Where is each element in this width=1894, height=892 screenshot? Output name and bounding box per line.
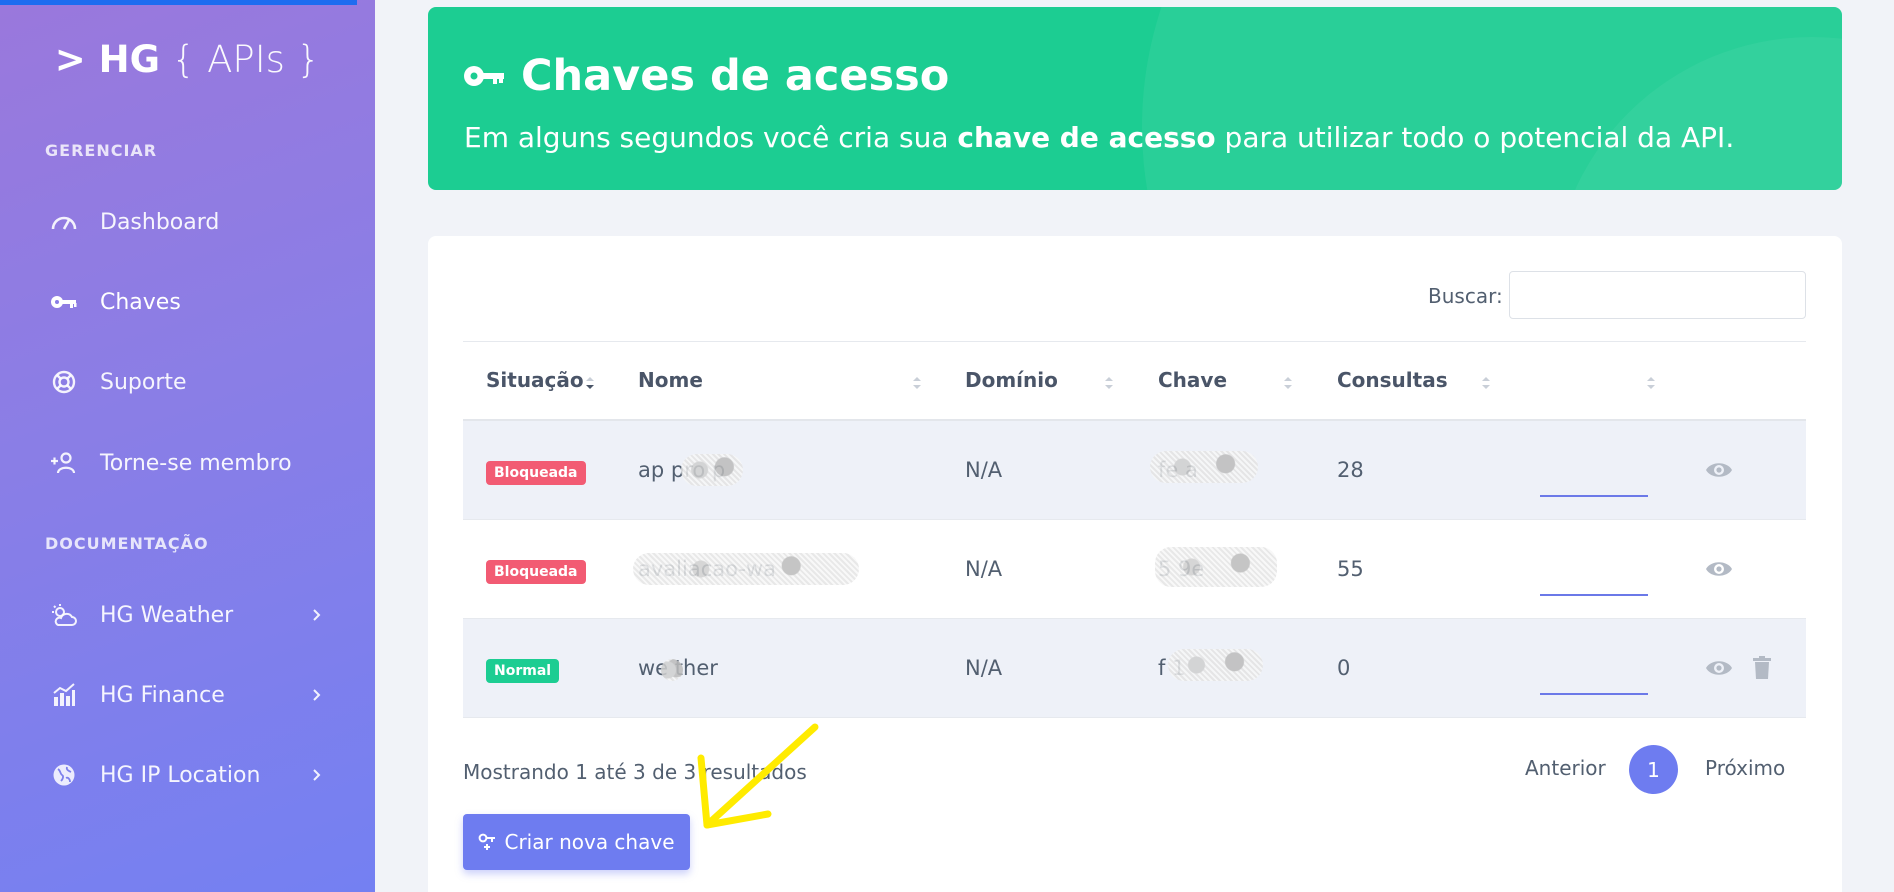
sidebar-item-suporte[interactable]: Suporte bbox=[0, 352, 375, 412]
column-header-situacao[interactable]: Situação bbox=[486, 368, 584, 392]
page-header-banner: Chaves de acesso Em alguns segundos você… bbox=[428, 7, 1842, 190]
status-badge: Bloqueada bbox=[486, 560, 586, 584]
search-label: Buscar: bbox=[1428, 284, 1503, 308]
search-input[interactable] bbox=[1509, 271, 1806, 319]
lifebuoy-icon bbox=[50, 368, 78, 396]
key-domain: N/A bbox=[965, 656, 1003, 680]
sidebar: > HG { APIs } GERENCIAR Dashboard Chaves… bbox=[0, 0, 375, 892]
column-header-consultas[interactable]: Consultas bbox=[1337, 368, 1448, 392]
redaction-blur bbox=[1168, 649, 1263, 681]
sort-icon[interactable] bbox=[912, 375, 922, 391]
key-icon bbox=[50, 288, 78, 316]
eye-icon[interactable] bbox=[1705, 458, 1733, 482]
sidebar-item-label: Suporte bbox=[100, 369, 187, 395]
page-title: Chaves de acesso bbox=[463, 51, 949, 101]
sidebar-item-label: HG Finance bbox=[100, 682, 225, 708]
sidebar-item-label: Dashboard bbox=[100, 209, 220, 235]
create-key-button[interactable]: Criar nova chave bbox=[463, 814, 690, 870]
sidebar-item-label: HG Weather bbox=[100, 602, 234, 628]
sort-desc-icon[interactable] bbox=[585, 375, 595, 391]
subtitle-text: Em alguns segundos você cria sua bbox=[464, 121, 958, 154]
sidebar-item-hg-finance[interactable]: HG Finance bbox=[0, 665, 375, 725]
chevron-right-icon bbox=[313, 769, 321, 781]
section-label-manage: GERENCIAR bbox=[45, 141, 158, 160]
sidebar-item-label: HG IP Location bbox=[100, 762, 261, 788]
key-domain: N/A bbox=[965, 557, 1003, 581]
loading-progress-bar bbox=[0, 0, 357, 5]
table-header: Situação Nome Domínio Chave Consultas bbox=[463, 341, 1806, 421]
sort-icon[interactable] bbox=[1283, 375, 1293, 391]
keys-card: Buscar: Situação Nome Domínio Chave Cons… bbox=[428, 236, 1842, 892]
sidebar-item-membro[interactable]: Torne-se membro bbox=[0, 433, 375, 493]
sort-icon[interactable] bbox=[1104, 375, 1114, 391]
key-queries: 55 bbox=[1337, 557, 1364, 581]
logo-prefix: > HG bbox=[54, 38, 161, 81]
redaction-blur bbox=[1155, 547, 1277, 587]
sidebar-item-label: Chaves bbox=[100, 289, 181, 315]
brand-logo[interactable]: > HG { APIs } bbox=[0, 38, 375, 81]
section-label-docs: DOCUMENTAÇÃO bbox=[45, 534, 209, 553]
pagination-next[interactable]: Próximo bbox=[1705, 756, 1785, 780]
key-queries: 0 bbox=[1337, 656, 1351, 680]
eye-icon[interactable] bbox=[1705, 557, 1733, 581]
sidebar-item-dashboard[interactable]: Dashboard bbox=[0, 192, 375, 252]
eye-icon[interactable] bbox=[1705, 656, 1733, 680]
sidebar-item-hg-weather[interactable]: HG Weather bbox=[0, 585, 375, 645]
page-title-text: Chaves de acesso bbox=[521, 51, 950, 101]
user-plus-icon bbox=[50, 449, 78, 477]
trash-icon[interactable] bbox=[1752, 656, 1772, 680]
inline-input[interactable] bbox=[1540, 594, 1648, 596]
column-header-nome[interactable]: Nome bbox=[638, 368, 703, 392]
subtitle-bold: chave de acesso bbox=[957, 121, 1216, 154]
sidebar-item-hg-ip-location[interactable]: HG IP Location bbox=[0, 745, 375, 805]
chart-icon bbox=[50, 681, 78, 709]
key-icon bbox=[463, 64, 505, 88]
pagination-page-1[interactable]: 1 bbox=[1629, 745, 1678, 794]
weather-icon bbox=[50, 601, 78, 629]
sidebar-item-label: Torne-se membro bbox=[100, 450, 292, 476]
sort-icon[interactable] bbox=[1646, 375, 1656, 391]
status-badge: Normal bbox=[486, 659, 560, 683]
redaction-blur bbox=[681, 454, 743, 486]
column-header-dominio[interactable]: Domínio bbox=[965, 368, 1058, 392]
inline-input[interactable] bbox=[1540, 495, 1648, 497]
pagination-previous[interactable]: Anterior bbox=[1525, 756, 1606, 780]
chevron-right-icon bbox=[313, 609, 321, 621]
globe-icon bbox=[50, 761, 78, 789]
sort-icon[interactable] bbox=[1481, 375, 1491, 391]
logo-braces: { APIs } bbox=[171, 38, 321, 81]
create-key-label: Criar nova chave bbox=[504, 830, 675, 854]
chevron-right-icon bbox=[313, 689, 321, 701]
redaction-blur bbox=[661, 659, 683, 681]
table-row: Bloqueada avaliacao-wa N/A 5 9e 55 bbox=[463, 520, 1806, 619]
key-plus-icon bbox=[478, 833, 496, 851]
sidebar-item-chaves[interactable]: Chaves bbox=[0, 272, 375, 332]
annotation-arrow bbox=[697, 723, 819, 829]
status-badge: Bloqueada bbox=[486, 461, 586, 485]
table-row: Normal we ther N/A f 1 0 bbox=[463, 619, 1806, 718]
redaction-blur bbox=[1150, 451, 1258, 483]
gauge-icon bbox=[50, 208, 78, 236]
key-domain: N/A bbox=[965, 458, 1003, 482]
redaction-blur bbox=[633, 553, 859, 585]
key-queries: 28 bbox=[1337, 458, 1364, 482]
inline-input[interactable] bbox=[1540, 693, 1648, 695]
subtitle-text: para utilizar todo o potencial da API. bbox=[1215, 121, 1735, 154]
table-row: Bloqueada ap pro p N/A fe a 28 bbox=[463, 421, 1806, 520]
page-subtitle: Em alguns segundos você cria sua chave d… bbox=[464, 121, 1734, 154]
column-header-chave[interactable]: Chave bbox=[1158, 368, 1227, 392]
